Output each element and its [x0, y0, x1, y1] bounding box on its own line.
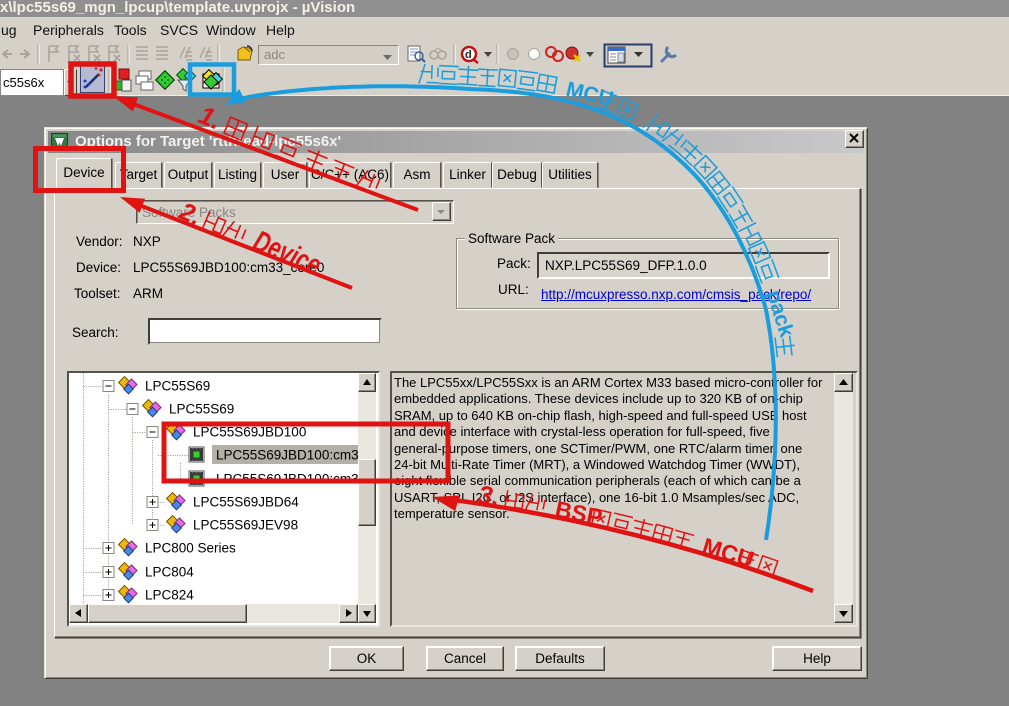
svg-text:LPC55S69JBD100:cm33_: LPC55S69JBD100:cm33_ [216, 472, 360, 487]
svg-text:LPC824: LPC824 [145, 588, 194, 603]
svg-text:LPC55S69: LPC55S69 [169, 402, 234, 417]
svg-text:LPC55S69JBD100:cm33_: LPC55S69JBD100:cm33_ [216, 448, 360, 463]
svg-text:LPC55S69JBD64: LPC55S69JBD64 [193, 495, 299, 510]
svg-text:LPC55S69JEV98: LPC55S69JEV98 [193, 518, 298, 533]
svg-text:LPC804: LPC804 [145, 565, 194, 580]
svg-text:LPC800 Series: LPC800 Series [145, 541, 236, 556]
svg-text:LPC55S69: LPC55S69 [145, 379, 210, 394]
svg-text:LPC55S69JBD100: LPC55S69JBD100 [193, 425, 306, 440]
